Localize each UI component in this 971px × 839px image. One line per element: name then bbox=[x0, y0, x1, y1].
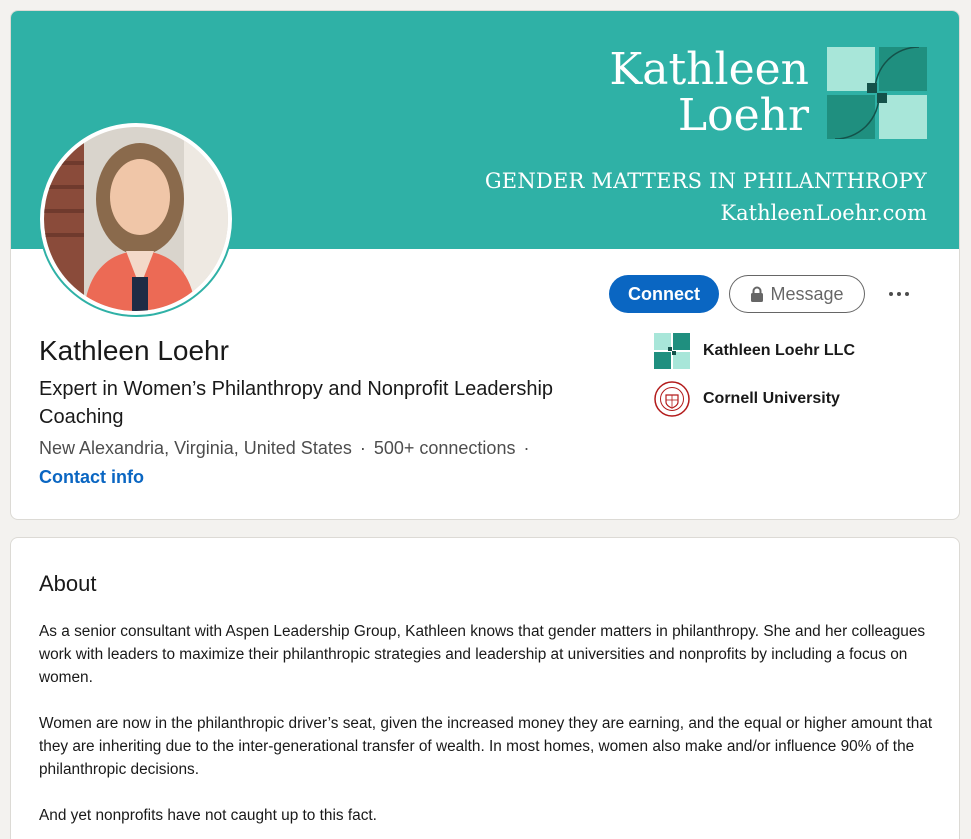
org-name: Cornell University bbox=[703, 390, 840, 407]
profile-card: Kathleen Loehr GENDER MATTERS IN PHILANT… bbox=[10, 10, 960, 520]
about-text: As a senior consultant with Aspen Leader… bbox=[39, 620, 939, 839]
profile-headline: Expert in Women’s Philanthropy and Nonpr… bbox=[39, 378, 554, 428]
about-paragraph: And yet nonprofits have not caught up to… bbox=[39, 807, 377, 824]
message-button[interactable]: Message bbox=[729, 275, 865, 313]
brand-logo-icon bbox=[827, 47, 927, 139]
profile-photo-avatar[interactable] bbox=[40, 123, 232, 315]
university-seal-icon bbox=[654, 381, 690, 417]
profile-actions: Connect Message bbox=[609, 274, 919, 314]
about-paragraph: Women are now in the philanthropic drive… bbox=[39, 715, 933, 778]
about-heading: About bbox=[39, 571, 97, 596]
more-actions-button[interactable] bbox=[879, 274, 919, 314]
connections-count[interactable]: 500+ connections bbox=[374, 438, 516, 458]
profile-photo bbox=[44, 127, 228, 311]
banner-name-line1: Kathleen bbox=[609, 44, 809, 95]
banner-tagline: GENDER MATTERS IN PHILANTHROPY bbox=[484, 169, 927, 193]
banner-website: KathleenLoehr.com bbox=[720, 201, 927, 225]
profile-location: New Alexandria, Virginia, United States bbox=[39, 438, 352, 458]
contact-info-link[interactable]: Contact info bbox=[39, 467, 144, 488]
org-cornell-university[interactable]: Cornell University bbox=[653, 380, 840, 418]
banner-name-line2: Loehr bbox=[677, 90, 809, 141]
separator-dot: · bbox=[359, 438, 366, 458]
org-name: Kathleen Loehr LLC bbox=[703, 342, 856, 359]
company-logo-icon bbox=[653, 332, 691, 370]
org-kathleen-loehr-llc[interactable]: Kathleen Loehr LLC bbox=[653, 332, 855, 370]
profile-name: Kathleen Loehr bbox=[39, 335, 229, 366]
lock-icon bbox=[751, 286, 764, 302]
message-button-label: Message bbox=[770, 283, 844, 304]
location-row: New Alexandria, Virginia, United States ·… bbox=[39, 438, 537, 459]
more-dots-icon bbox=[889, 292, 893, 296]
about-paragraph: As a senior consultant with Aspen Leader… bbox=[39, 623, 926, 686]
connect-button[interactable]: Connect bbox=[609, 275, 719, 313]
about-section: About As a senior consultant with Aspen … bbox=[10, 537, 960, 839]
banner-brand-name: Kathleen Loehr bbox=[609, 47, 809, 139]
separator-dot: · bbox=[523, 438, 530, 458]
